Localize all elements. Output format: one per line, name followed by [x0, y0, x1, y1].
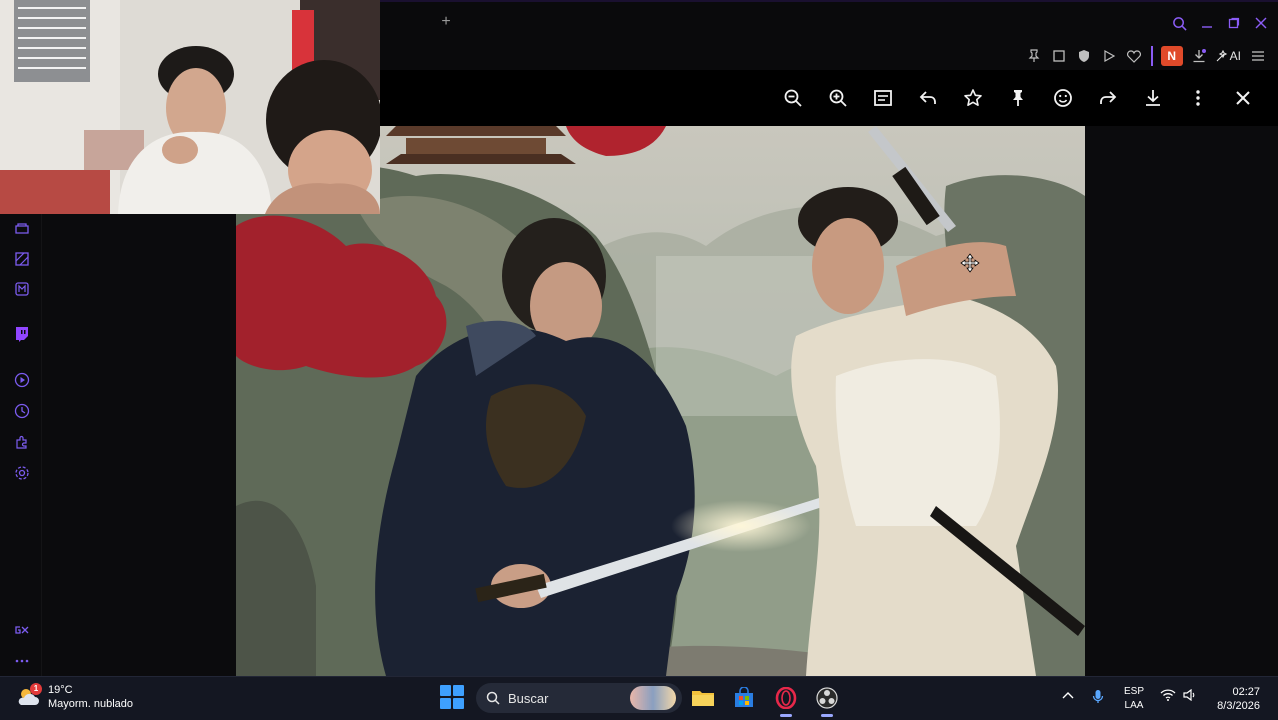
sidebar-messenger-icon[interactable] — [13, 220, 31, 238]
weather-notification-badge: 1 — [30, 683, 42, 695]
minimize-button[interactable] — [1193, 12, 1220, 34]
zoom-in-icon[interactable] — [825, 86, 851, 110]
sidebar-extensions-icon[interactable] — [13, 433, 31, 451]
heart-icon[interactable] — [1122, 46, 1147, 66]
microsoft-store-icon[interactable] — [731, 685, 757, 711]
emoji-icon[interactable] — [1050, 86, 1076, 110]
shield-icon[interactable] — [1072, 46, 1097, 66]
search-highlight-art — [630, 686, 676, 710]
webcam-overlay — [0, 0, 380, 214]
taskbar-search[interactable]: Buscar — [476, 683, 682, 713]
windows-taskbar: 1 19°C Mayorm. nublado Buscar ESP LAA 02… — [0, 676, 1278, 720]
lang-layout: LAA — [1124, 700, 1144, 711]
search-label: Buscar — [508, 690, 549, 706]
pin-icon[interactable] — [1022, 46, 1047, 66]
start-button[interactable] — [440, 685, 464, 709]
sidebar-history-icon[interactable] — [13, 402, 31, 420]
weather-condition: Mayorm. nublado — [48, 698, 133, 710]
sidebar-mod-icon[interactable] — [13, 280, 31, 298]
show-hidden-icons[interactable] — [1062, 689, 1074, 703]
image-viewer-toolbar — [380, 70, 1278, 126]
ai-label: AI — [1229, 49, 1241, 63]
system-clock[interactable]: 02:27 8/3/2026 — [1217, 685, 1260, 713]
screen: + N AI 1 19°C Mayorm. nublado Buscar ESP… — [0, 0, 1278, 720]
caption-icon[interactable] — [870, 86, 896, 110]
close-viewer-icon[interactable] — [1230, 86, 1256, 110]
wifi-icon[interactable] — [1160, 689, 1176, 704]
download-image-icon[interactable] — [1140, 86, 1166, 110]
search-icon — [486, 691, 500, 705]
snapshot-icon[interactable] — [1047, 46, 1072, 66]
download-icon[interactable] — [1187, 46, 1212, 66]
star-icon[interactable] — [960, 86, 986, 110]
forward-icon[interactable] — [1095, 86, 1121, 110]
clock-time: 02:27 — [1232, 686, 1260, 698]
weather-temperature: 19°C — [48, 684, 73, 696]
extension-n-button[interactable]: N — [1160, 46, 1183, 66]
toolbar-divider — [1150, 46, 1153, 66]
volume-icon[interactable] — [1183, 688, 1197, 704]
search-tabs-icon[interactable] — [1166, 12, 1193, 34]
weather-widget[interactable]: 1 19°C Mayorm. nublado — [16, 683, 133, 711]
sidebar-more-icon[interactable] — [13, 652, 31, 670]
close-window-button[interactable] — [1247, 12, 1274, 34]
sidebar-player-icon[interactable] — [13, 371, 31, 389]
input-language[interactable]: ESP LAA — [1124, 685, 1144, 713]
ai-button[interactable]: AI — [1212, 46, 1245, 66]
dark-content-panel — [42, 214, 236, 676]
sidebar-wallpaper-icon[interactable] — [13, 250, 31, 268]
more-options-icon[interactable] — [1185, 86, 1211, 110]
browser-sidebar — [0, 214, 42, 676]
weather-cloud-icon: 1 — [16, 683, 42, 709]
reply-icon[interactable] — [915, 86, 941, 110]
window-controls — [1166, 12, 1274, 34]
sidebar-gx-logo-icon[interactable] — [13, 621, 31, 639]
opera-gx-taskbar-icon[interactable] — [773, 685, 799, 717]
zoom-out-icon[interactable] — [780, 86, 806, 110]
maximize-button[interactable] — [1220, 12, 1247, 34]
obs-studio-icon[interactable] — [814, 685, 840, 717]
lang-code: ESP — [1124, 686, 1145, 697]
pin-message-icon[interactable] — [1005, 86, 1031, 110]
microphone-icon[interactable] — [1092, 689, 1104, 708]
viewer-background — [1085, 126, 1278, 676]
play-icon[interactable] — [1097, 46, 1122, 66]
clock-date: 8/3/2026 — [1217, 700, 1260, 712]
new-tab-button[interactable]: + — [438, 14, 454, 30]
sidebar-twitch-icon[interactable] — [13, 325, 31, 343]
easy-setup-icon[interactable] — [1245, 46, 1270, 66]
file-explorer-icon[interactable] — [690, 685, 716, 711]
sidebar-settings-icon[interactable] — [13, 464, 31, 482]
